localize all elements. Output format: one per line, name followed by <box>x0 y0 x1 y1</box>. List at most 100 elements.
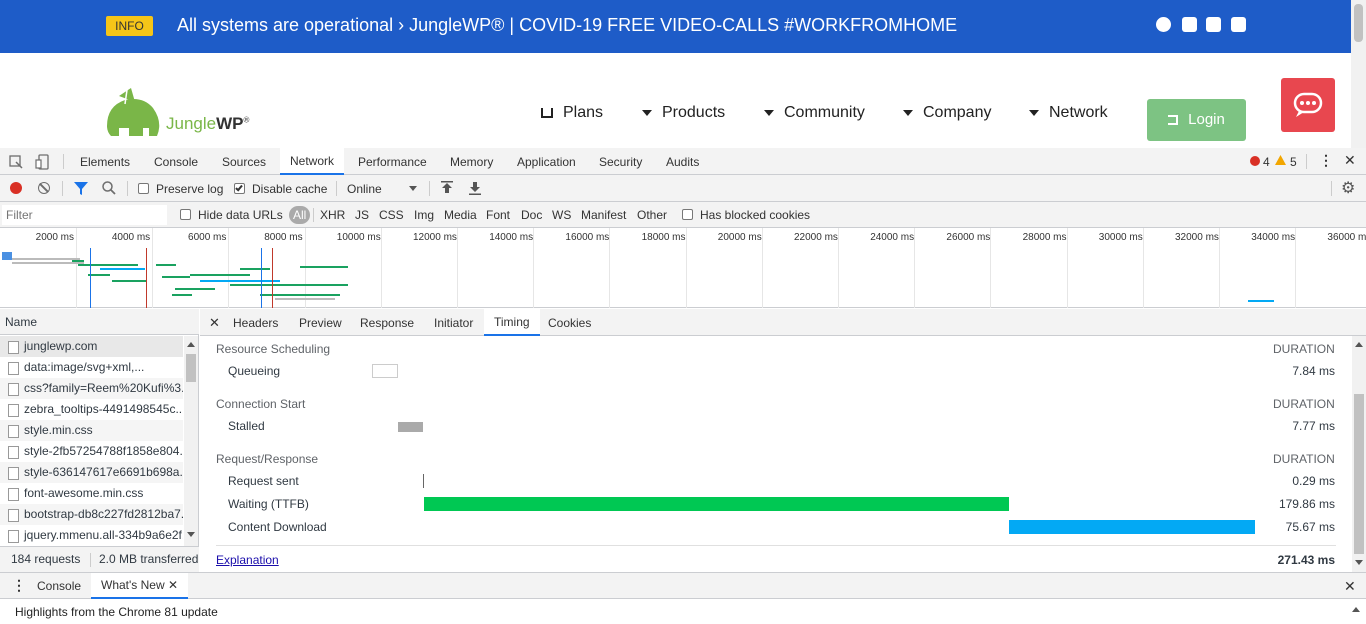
chevron-down-icon[interactable] <box>409 186 417 191</box>
logo-text-jungle: Jungle <box>166 114 217 133</box>
preserve-log-checkbox[interactable] <box>138 183 149 194</box>
close-drawer-icon[interactable]: ✕ <box>1344 578 1356 595</box>
toolbar-divider <box>313 208 314 222</box>
filter-type-manifest[interactable]: Manifest <box>581 208 626 222</box>
filter-type-js[interactable]: JS <box>355 208 369 222</box>
request-list-scrollbar[interactable] <box>184 336 198 546</box>
filter-type-font[interactable]: Font <box>486 208 510 222</box>
filter-type-all[interactable]: All <box>289 206 311 224</box>
request-row[interactable]: font-awesome.min.css <box>0 483 183 504</box>
nav-products[interactable]: Products <box>642 104 725 122</box>
tab-application[interactable]: Application <box>517 155 576 169</box>
request-row[interactable]: jquery.mmenu.all-334b9a6e2f... <box>0 525 183 546</box>
tab-performance[interactable]: Performance <box>358 155 427 169</box>
detail-tab-initiator[interactable]: Initiator <box>434 316 473 330</box>
nav-network[interactable]: Network <box>1029 104 1108 122</box>
device-toolbar-icon[interactable] <box>35 154 49 170</box>
filter-type-doc[interactable]: Doc <box>521 208 542 222</box>
explanation-link[interactable]: Explanation <box>216 553 279 567</box>
tab-console[interactable]: Console <box>154 155 198 169</box>
request-name: style-2fb57254788f1858e804... <box>24 444 183 458</box>
request-row[interactable]: bootstrap-db8c227fd2812ba7... <box>0 504 183 525</box>
request-row[interactable]: style-2fb57254788f1858e804... <box>0 441 183 462</box>
scroll-up-icon[interactable] <box>1352 607 1360 612</box>
filter-input[interactable] <box>2 205 167 225</box>
detail-scrollbar[interactable] <box>1352 336 1366 572</box>
wordpress-icon[interactable] <box>1156 17 1171 32</box>
filter-type-css[interactable]: CSS <box>379 208 404 222</box>
request-row[interactable]: css?family=Reem%20Kufi%3... <box>0 378 183 399</box>
detail-scrollbar-thumb[interactable] <box>1354 394 1364 554</box>
page-scrollbar[interactable] <box>1351 0 1366 148</box>
disable-cache-checkbox[interactable] <box>234 183 245 194</box>
tab-elements[interactable]: Elements <box>80 155 130 169</box>
linkedin-icon[interactable] <box>1206 17 1221 32</box>
drawer-menu-icon[interactable]: ⋮ <box>12 577 26 594</box>
close-detail-icon[interactable]: ✕ <box>209 315 220 331</box>
detail-tab-headers[interactable]: Headers <box>233 316 278 330</box>
filter-type-xhr[interactable]: XHR <box>320 208 345 222</box>
hide-data-urls-checkbox[interactable] <box>180 209 191 220</box>
drawer-tab-console[interactable]: Console <box>37 579 81 593</box>
caret-down-icon <box>1029 110 1039 116</box>
nav-company[interactable]: Company <box>903 104 991 122</box>
tab-audits[interactable]: Audits <box>666 155 699 169</box>
has-blocked-cookies-checkbox[interactable] <box>682 209 693 220</box>
throttling-select[interactable]: Online <box>347 182 382 196</box>
ttfb-bar <box>424 497 1009 511</box>
inspect-element-icon[interactable] <box>9 155 23 169</box>
nav-community[interactable]: Community <box>764 104 865 122</box>
banner-text[interactable]: All systems are operational › JungleWP® … <box>177 14 957 36</box>
tab-security[interactable]: Security <box>599 155 642 169</box>
record-icon[interactable] <box>10 182 22 194</box>
chat-button[interactable] <box>1281 78 1335 132</box>
name-column-header[interactable]: Name <box>0 309 199 335</box>
toolbar-divider <box>336 181 337 196</box>
close-devtools-icon[interactable]: ✕ <box>1344 152 1356 169</box>
detail-tab-timing[interactable]: Timing <box>484 309 540 336</box>
login-icon <box>1168 115 1179 125</box>
overview-tick-label: 12000 ms <box>413 232 457 243</box>
detail-tab-cookies[interactable]: Cookies <box>548 316 591 330</box>
file-icon <box>8 341 19 354</box>
logo-text: JungleWP® <box>166 114 249 134</box>
network-overview-timeline[interactable]: 2000 ms 4000 ms 6000 ms 8000 ms 10000 ms 1200… <box>0 228 1366 308</box>
filter-type-other[interactable]: Other <box>637 208 667 222</box>
overview-tick-label: 16000 ms <box>565 232 610 243</box>
filter-type-img[interactable]: Img <box>414 208 434 222</box>
scroll-down-icon[interactable] <box>187 532 195 537</box>
warning-count[interactable]: 5 <box>1290 155 1297 169</box>
detail-tab-preview[interactable]: Preview <box>299 316 342 330</box>
request-row[interactable]: data:image/svg+xml,... <box>0 357 183 378</box>
drawer-tab-whats-new[interactable]: What's New ✕ <box>91 573 189 599</box>
request-row[interactable]: zebra_tooltips-4491498545c... <box>0 399 183 420</box>
export-har-icon[interactable] <box>469 181 481 195</box>
close-tab-icon[interactable]: ✕ <box>168 578 178 592</box>
filter-type-media[interactable]: Media <box>444 208 477 222</box>
tab-memory[interactable]: Memory <box>450 155 493 169</box>
scroll-down-icon[interactable] <box>1355 560 1363 565</box>
request-list-scrollbar-thumb[interactable] <box>186 354 196 382</box>
scroll-up-icon[interactable] <box>1355 342 1363 347</box>
search-icon[interactable] <box>102 181 116 195</box>
clear-icon[interactable] <box>38 182 50 194</box>
login-button[interactable]: Login <box>1147 99 1246 141</box>
tab-sources[interactable]: Sources <box>222 155 266 169</box>
nav-plans[interactable]: Plans <box>541 104 603 122</box>
request-row[interactable]: junglewp.com <box>0 336 183 357</box>
more-options-icon[interactable]: ⋮ <box>1319 152 1333 169</box>
github-icon[interactable] <box>1182 17 1197 32</box>
overview-tick-line <box>1066 228 1068 308</box>
error-count[interactable]: 4 <box>1263 155 1270 169</box>
detail-tab-response[interactable]: Response <box>360 316 414 330</box>
twitter-icon[interactable] <box>1231 17 1246 32</box>
page-scrollbar-thumb[interactable] <box>1354 4 1363 42</box>
filter-icon[interactable] <box>74 182 88 195</box>
request-row[interactable]: style.min.css <box>0 420 183 441</box>
request-row[interactable]: style-636147617e6691b698a... <box>0 462 183 483</box>
filter-type-ws[interactable]: WS <box>552 208 571 222</box>
scroll-up-icon[interactable] <box>187 342 195 347</box>
settings-gear-icon[interactable]: ⚙ <box>1341 178 1355 198</box>
import-har-icon[interactable] <box>441 181 453 195</box>
tab-network[interactable]: Network <box>280 148 345 175</box>
